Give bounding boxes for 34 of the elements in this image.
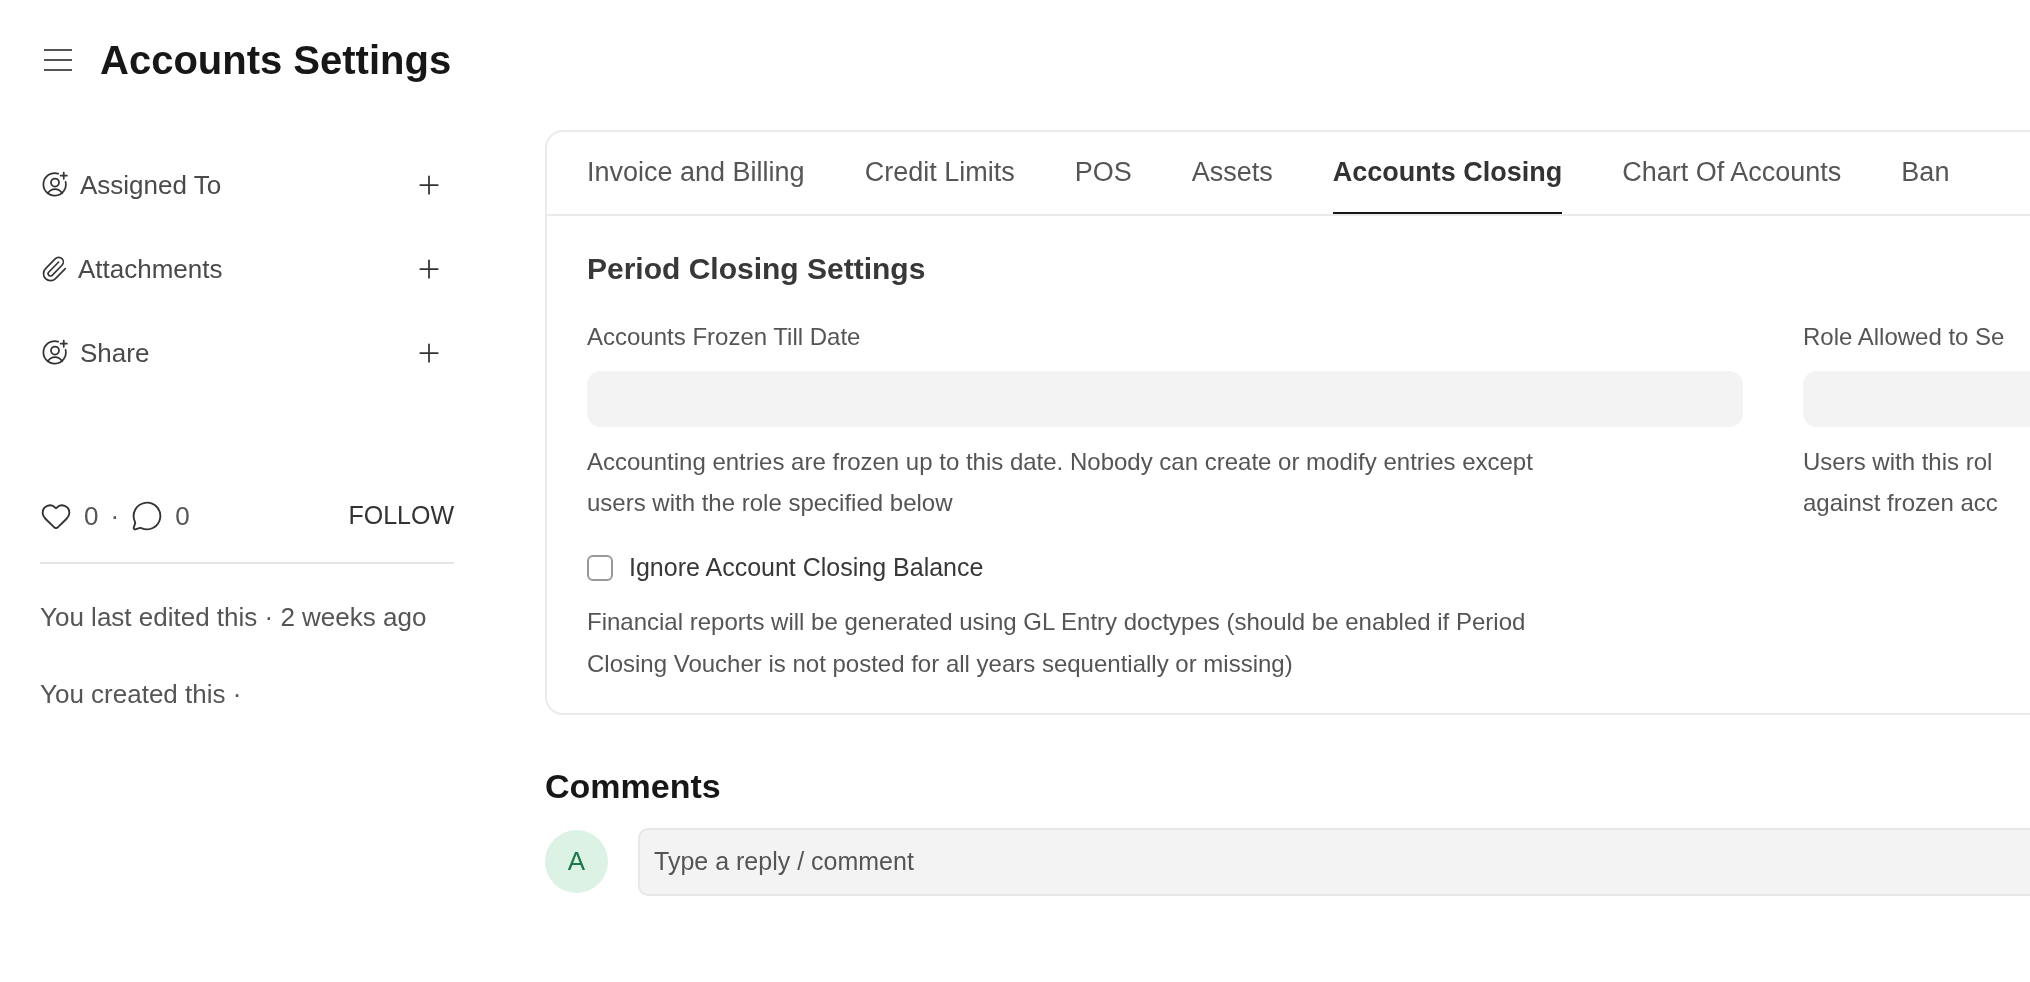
activity-text: You last edited this · 2 weeks ago	[40, 601, 428, 634]
field-description: users with the role specified below	[587, 488, 954, 518]
sidebar-label: Assigned To	[80, 168, 222, 202]
tab[interactable]: Invoice and Billing	[587, 132, 805, 214]
checkbox-description: Closing Voucher is not posted for all years sequentially or missing)	[587, 648, 1294, 679]
tab[interactable]: Ban	[1901, 132, 1950, 214]
activity-text: You created this ·	[40, 678, 243, 711]
checkbox[interactable]	[587, 554, 613, 581]
field-description: Users with this rol	[1803, 447, 1994, 477]
comment-input[interactable]: Type a reply / comment	[638, 827, 2030, 896]
sidebar-label: Share	[80, 336, 150, 370]
separator-dot: ·	[110, 499, 120, 533]
field-label: Accounts Frozen Till Date	[587, 322, 862, 352]
comment-icon[interactable]	[131, 500, 164, 532]
tab[interactable]: Chart Of Accounts	[1622, 132, 1842, 214]
field-label: Role Allowed to Se	[1803, 322, 2006, 352]
comments-title: Comments	[545, 765, 722, 807]
follow-button[interactable]: FOLLOW	[348, 497, 454, 535]
page-title: Accounts Settings	[100, 37, 452, 84]
section-title: Period Closing Settings	[587, 251, 927, 287]
tab[interactable]: Accounts Closing	[1332, 132, 1563, 214]
avatar: A	[545, 830, 608, 893]
like-count: 0	[84, 499, 99, 533]
tab[interactable]: Assets	[1191, 132, 1273, 214]
tab[interactable]: POS	[1074, 132, 1132, 214]
checkbox-label: Ignore Account Closing Balance	[629, 552, 984, 583]
paperclip-icon	[40, 255, 68, 283]
field-description: against frozen acc	[1803, 488, 1999, 518]
comment-count: 0	[175, 499, 190, 533]
menu-icon[interactable]	[42, 47, 74, 73]
sidebar-label: Attachments	[78, 252, 223, 286]
field-description: Accounting entries are frozen up to this date. Nobody can create or modify entries except	[587, 447, 1534, 477]
checkbox-description: Financial reports will be generated using GL Entry doctypes (should be enabled if Period	[587, 606, 1527, 637]
tab[interactable]: Credit Limits	[864, 132, 1015, 214]
